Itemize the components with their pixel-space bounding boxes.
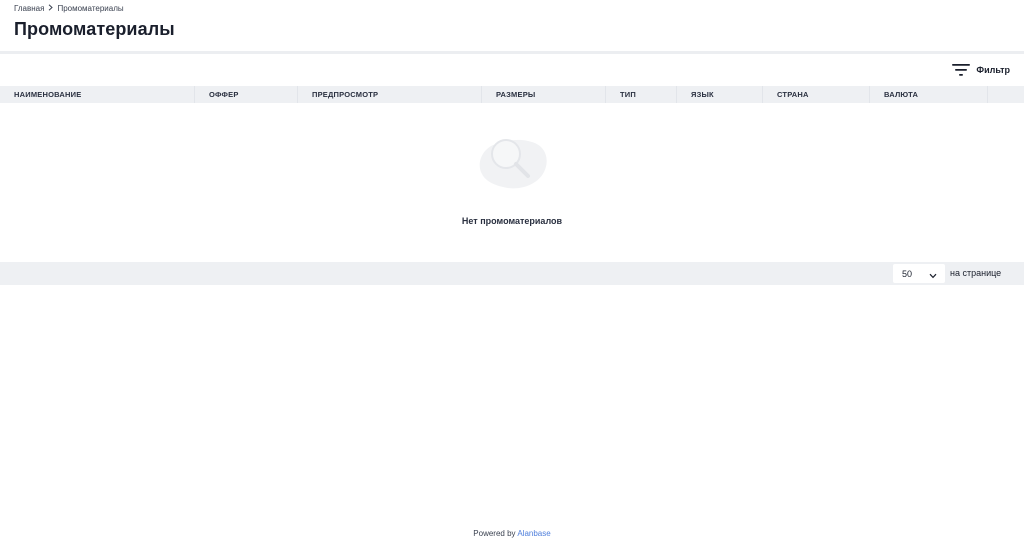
powered-by-text: Powered by <box>473 529 516 538</box>
pagination-bar: 50 на странице <box>0 262 1024 285</box>
chevron-right-icon <box>48 4 54 13</box>
column-header-country[interactable]: СТРАНА <box>763 86 870 103</box>
per-page-value: 50 <box>902 268 913 279</box>
breadcrumb: Главная Промоматериалы <box>14 4 124 13</box>
filter-icon <box>952 63 971 77</box>
chevron-down-icon <box>929 271 937 278</box>
column-header-name[interactable]: НАИМЕНОВАНИЕ <box>0 86 195 103</box>
column-header-offer[interactable]: ОФФЕР <box>195 86 298 103</box>
magnifier-empty-icon <box>474 134 550 192</box>
table-toolbar: Фильтр <box>0 54 1024 86</box>
column-header-preview[interactable]: ПРЕДПРОСМОТР <box>298 86 482 103</box>
column-header-currency[interactable]: ВАЛЮТА <box>870 86 988 103</box>
filter-button-label: Фильтр <box>976 65 1010 75</box>
column-header-sizes[interactable]: РАЗМЕРЫ <box>482 86 606 103</box>
table-header-row: НАИМЕНОВАНИЕ ОФФЕР ПРЕДПРОСМОТР РАЗМЕРЫ … <box>0 86 1024 103</box>
per-page-label: на странице <box>950 268 1002 278</box>
footer: Powered by Alanbase <box>0 529 1024 538</box>
breadcrumb-home-link[interactable]: Главная <box>14 4 44 13</box>
empty-state-message: Нет промоматериалов <box>461 216 563 226</box>
page-title: Промоматериалы <box>14 19 175 39</box>
promo-materials-page: Главная Промоматериалы Промоматериалы Фи… <box>0 0 1024 545</box>
breadcrumb-current: Промоматериалы <box>57 4 124 13</box>
per-page-select[interactable]: 50 <box>893 264 945 283</box>
column-header-type[interactable]: ТИП <box>606 86 677 103</box>
brand-link[interactable]: Alanbase <box>517 529 550 538</box>
filter-button[interactable]: Фильтр <box>952 62 1010 78</box>
page-header: Главная Промоматериалы Промоматериалы <box>0 0 1024 50</box>
column-header-language[interactable]: ЯЗЫК <box>677 86 763 103</box>
